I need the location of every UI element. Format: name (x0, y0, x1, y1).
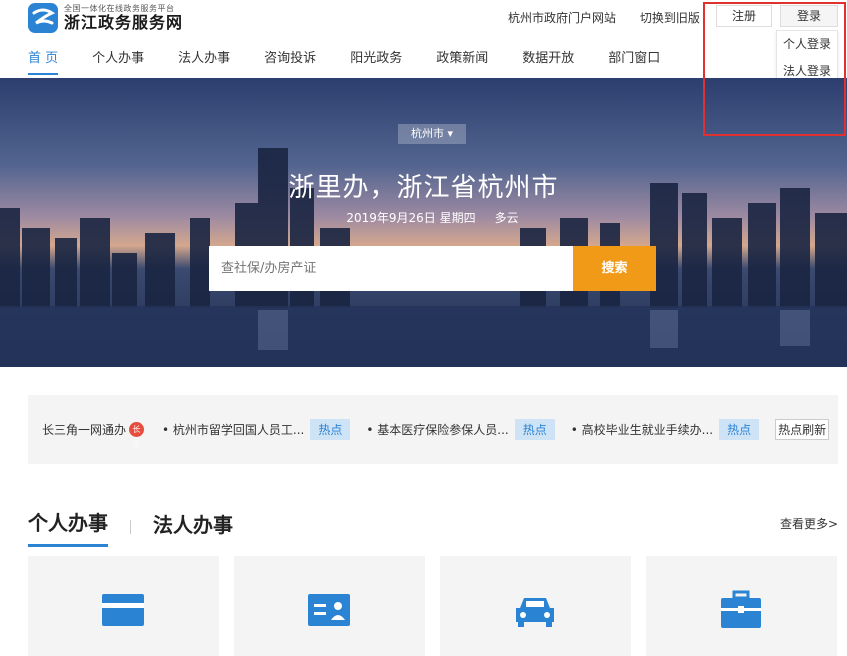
personal-login-item[interactable]: 个人登录 (777, 31, 837, 58)
hot-item[interactable]: • 基本医疗保险参保人员... (366, 421, 508, 438)
service-card[interactable] (440, 556, 631, 656)
weather-label: 多云 (494, 211, 519, 225)
nav-personal[interactable]: 个人办事 (92, 47, 144, 75)
tab-personal[interactable]: 个人办事 (28, 507, 108, 547)
nav-home[interactable]: 首 页 (28, 47, 59, 75)
id-card-icon (308, 594, 350, 626)
hot-item-text: 杭州市留学回国人员工... (172, 423, 305, 437)
nav-departments[interactable]: 部门窗口 (608, 47, 660, 75)
service-card[interactable] (28, 556, 219, 656)
city-switch-dropdown[interactable]: 杭州市 ▾ (398, 124, 466, 144)
search-button[interactable]: 搜索 (573, 246, 656, 291)
hot-tag: 热点 (514, 419, 555, 440)
tab-divider (130, 520, 131, 534)
refresh-hot-button[interactable]: 热点刷新 (775, 419, 830, 440)
logo-title: 浙江政务服务网 (64, 13, 184, 32)
search-input[interactable] (209, 246, 573, 291)
service-tabs: 个人办事 法人办事 (28, 507, 233, 547)
header: 全国一体化在线政务服务平台 浙江政务服务网 杭州市政府门户网站 切换到旧版 注册… (0, 0, 847, 86)
hot-topics-bar: 长三角一网通办 长三 • 杭州市留学回国人员工... 热点 • 基本医疗保险参保… (28, 395, 838, 464)
car-icon (516, 598, 554, 627)
register-button[interactable]: 注册 (716, 5, 772, 27)
date-label: 2019年9月26日 星期四 (346, 211, 476, 225)
hot-item[interactable]: • 杭州市留学回国人员工... (162, 421, 304, 438)
hero-banner: 杭州市 ▾ 浙里办，浙江省杭州市 2019年9月26日 星期四 多云 搜索 (0, 78, 847, 367)
hero-title: 浙里办，浙江省杭州市 (288, 173, 559, 203)
top-links: 杭州市政府门户网站 切换到旧版 (508, 9, 720, 26)
service-card[interactable] (234, 556, 425, 656)
city-label: 杭州市 (410, 127, 444, 140)
gov-portal-link[interactable]: 杭州市政府门户网站 (508, 11, 616, 25)
credit-card-icon (102, 594, 144, 626)
hot-item-text: 高校毕业生就业手续办... (581, 423, 714, 437)
logo-icon (28, 3, 58, 33)
login-button[interactable]: 登录 (780, 5, 838, 27)
nav-corporate[interactable]: 法人办事 (178, 47, 230, 75)
briefcase-icon (721, 590, 761, 628)
tab-corporate[interactable]: 法人办事 (153, 509, 233, 546)
service-card[interactable] (646, 556, 837, 656)
nav-news[interactable]: 政策新闻 (436, 47, 488, 75)
hot-item[interactable]: • 高校毕业生就业手续办... (571, 421, 713, 438)
old-version-link[interactable]: 切换到旧版 (640, 11, 700, 25)
service-cards (28, 556, 847, 656)
hot-topics-title[interactable]: 长三角一网通办 (42, 421, 126, 438)
hot-item-text: 基本医疗保险参保人员... (377, 423, 509, 437)
hero-date-weather: 2019年9月26日 星期四 多云 (0, 209, 847, 226)
hot-tag: 热点 (719, 419, 760, 440)
site-logo[interactable]: 全国一体化在线政务服务平台 浙江政务服务网 (28, 3, 183, 33)
view-more-link[interactable]: 查看更多> (780, 515, 838, 532)
nav-open-data[interactable]: 数据开放 (522, 47, 574, 75)
main-nav: 首 页 个人办事 法人办事 咨询投诉 阳光政务 政策新闻 数据开放 部门窗口 (28, 47, 694, 75)
nav-consult[interactable]: 咨询投诉 (264, 47, 316, 75)
yangtze-badge-icon: 长三 (129, 422, 145, 449)
nav-transparency[interactable]: 阳光政务 (350, 47, 402, 75)
hot-tag: 热点 (310, 419, 351, 440)
